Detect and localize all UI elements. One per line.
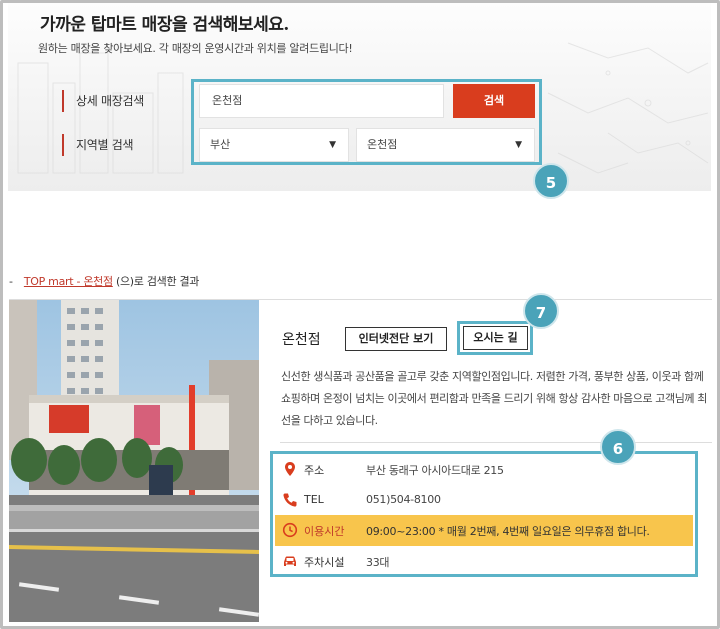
tel-value[interactable]: 051)504-8100 bbox=[366, 493, 441, 506]
result-store-link[interactable]: TOP mart - 온천점 bbox=[24, 275, 113, 288]
flyer-button[interactable]: 인터넷전단 보기 bbox=[345, 327, 447, 351]
detail-search-label: 상세 매장검색 bbox=[62, 90, 144, 112]
info-row-hours: 이용시간 09:00~23:00 * 매월 2번째, 4번째 일요일은 의무휴점… bbox=[275, 515, 693, 546]
hours-value: 09:00~23:00 * 매월 2번째, 4번째 일요일은 의무휴점 합니다. bbox=[366, 525, 650, 538]
parking-label: 주차시설 bbox=[304, 556, 345, 569]
info-row-parking: 주차시설 33대 bbox=[275, 546, 693, 577]
info-row-address: 주소 부산 동래구 아시아드대로 215 bbox=[275, 454, 693, 485]
search-headline: 가까운 탑마트 매장을 검색해보세요. bbox=[40, 15, 289, 35]
phone-icon bbox=[283, 493, 297, 507]
dropdown-arrow-icon: ▼ bbox=[515, 140, 522, 150]
store-name: 온천점 bbox=[282, 332, 321, 348]
store-select-value: 온천점 bbox=[367, 138, 398, 151]
car-icon bbox=[284, 556, 296, 566]
address-label: 주소 bbox=[304, 464, 325, 477]
search-subline: 원하는 매장을 찾아보세요. 각 매장의 운영시간과 위치를 알려드립니다! bbox=[38, 42, 353, 55]
search-result-line: - TOP mart - 온천점 (으)로 검색한 결과 bbox=[9, 273, 199, 289]
result-prefix: - bbox=[9, 275, 13, 288]
info-divider bbox=[280, 442, 712, 443]
address-value: 부산 동래구 아시아드대로 215 bbox=[366, 464, 504, 477]
search-button[interactable]: 검색 bbox=[453, 84, 535, 118]
clock-icon bbox=[282, 522, 298, 538]
store-keyword-input[interactable]: 온천점 bbox=[199, 84, 444, 118]
region-search-label: 지역별 검색 bbox=[62, 134, 134, 156]
annotation-badge-5: 5 bbox=[533, 163, 569, 199]
result-suffix: (으)로 검색한 결과 bbox=[116, 275, 200, 288]
tel-label: TEL bbox=[304, 493, 324, 506]
store-select[interactable]: 온천점 ▼ bbox=[356, 128, 535, 162]
annotation-badge-7: 7 bbox=[523, 293, 559, 329]
region-select-value: 부산 bbox=[210, 138, 231, 151]
store-description: 신선한 생식품과 공산품을 골고루 갖춘 지역할인점입니다. 저렴한 가격, 풍… bbox=[281, 370, 707, 427]
directions-button[interactable]: 오시는 길 bbox=[463, 326, 528, 350]
store-photo bbox=[9, 300, 259, 622]
info-row-tel: TEL 051)504-8100 bbox=[275, 485, 693, 516]
location-pin-icon bbox=[285, 462, 295, 476]
dropdown-arrow-icon: ▼ bbox=[329, 140, 336, 150]
hours-label: 이용시간 bbox=[304, 525, 345, 538]
region-select[interactable]: 부산 ▼ bbox=[199, 128, 349, 162]
parking-value: 33대 bbox=[366, 556, 390, 569]
